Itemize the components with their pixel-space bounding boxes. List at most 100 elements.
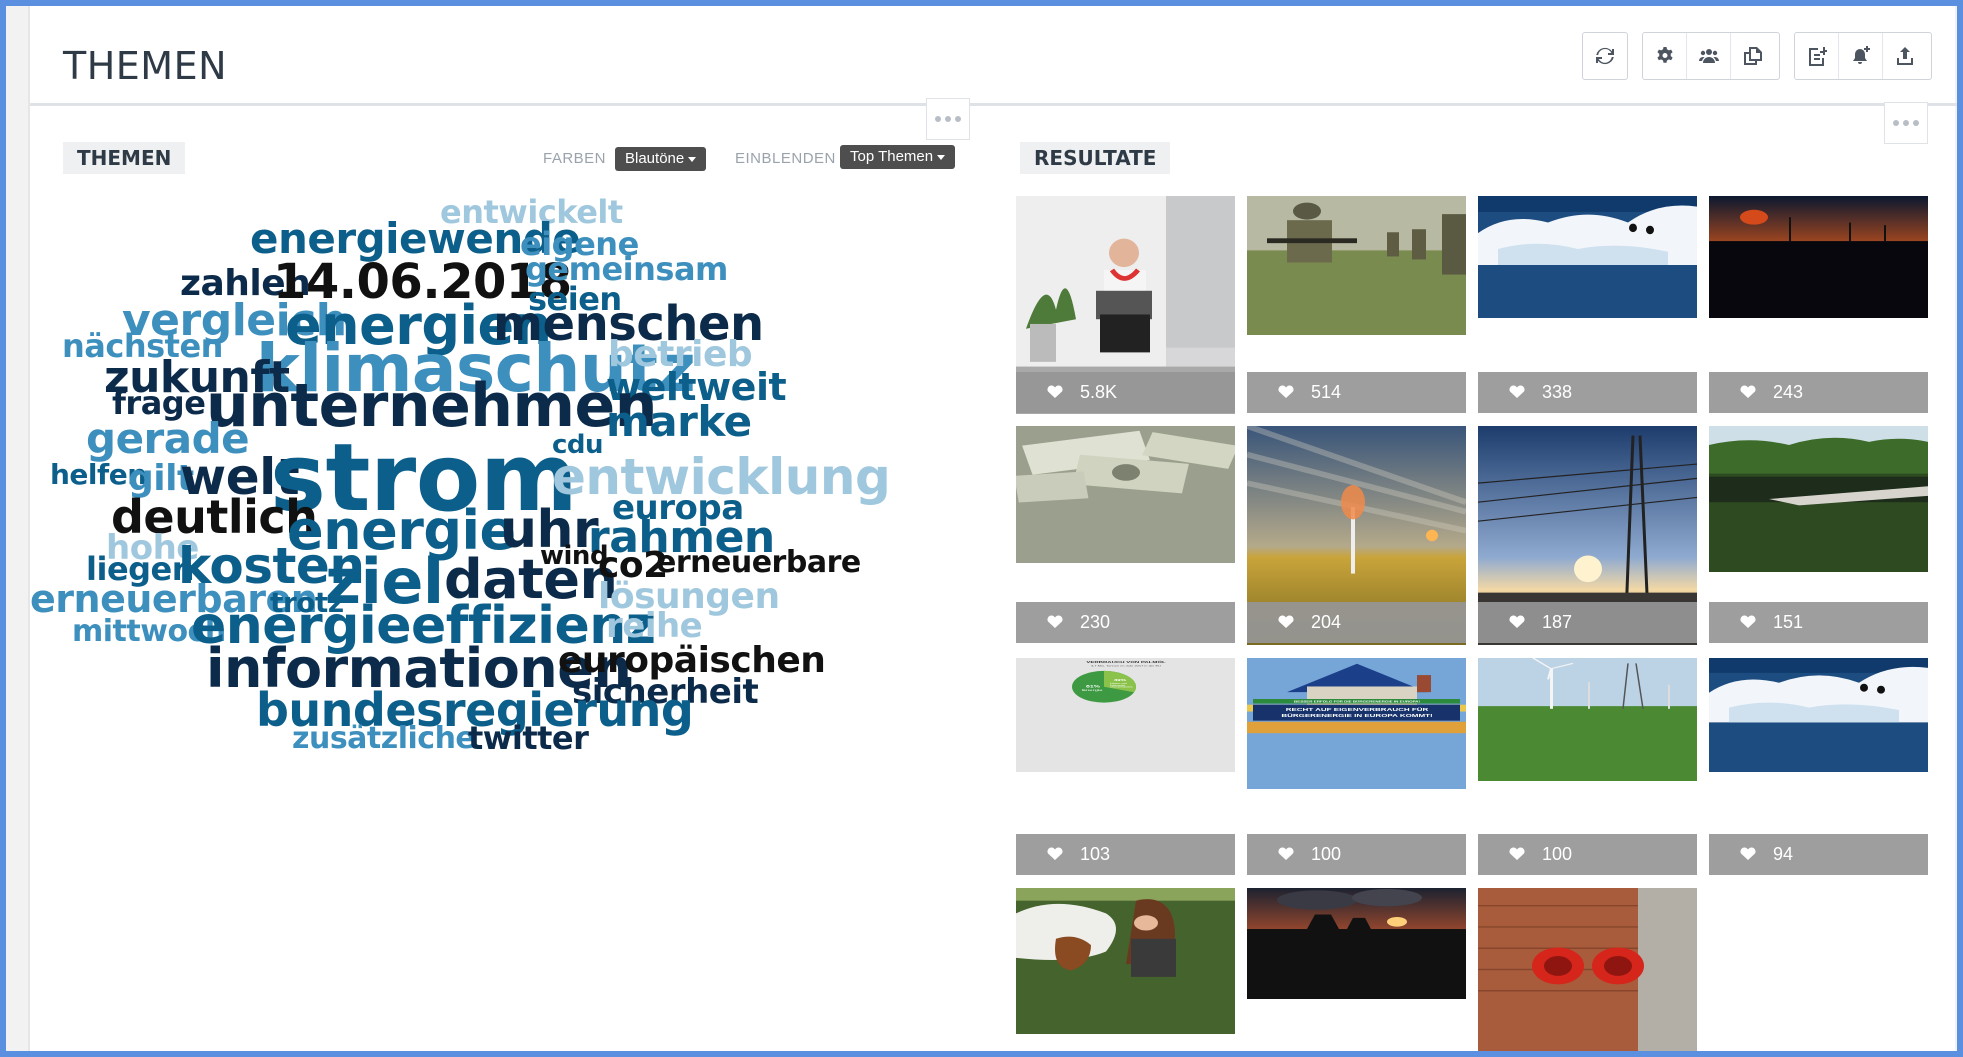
refresh-icon	[1596, 47, 1614, 65]
heart-icon	[1509, 385, 1525, 398]
result-tile[interactable]: 151	[1709, 426, 1928, 643]
copy-icon	[1744, 47, 1762, 65]
svg-text:Chemie/Industrie: Chemie/Industrie	[1110, 686, 1133, 688]
show-dropdown[interactable]: Top Themen	[840, 145, 956, 169]
engagement-count: 338	[1542, 382, 1573, 402]
dollar-bills-photo	[1016, 426, 1235, 563]
result-tile[interactable]	[1247, 888, 1466, 999]
engagement-count: 100	[1542, 844, 1573, 864]
heart-icon	[1740, 615, 1756, 628]
heart-icon	[1047, 615, 1063, 628]
actions-button-group	[1794, 32, 1932, 80]
result-tile[interactable]: 187	[1478, 426, 1697, 645]
wind-turbines-sunset-photo	[1709, 196, 1928, 318]
refresh-button-group	[1582, 32, 1628, 80]
users-button[interactable]	[1687, 33, 1731, 79]
svg-text:Energie: Energie	[1082, 689, 1103, 693]
result-tile[interactable]: 230	[1016, 426, 1235, 643]
river-forest-photo	[1709, 426, 1928, 572]
add-document-icon	[1808, 47, 1827, 66]
engagement-count: 187	[1542, 612, 1573, 632]
horse-woman-photo	[1016, 888, 1235, 1034]
users-icon	[1698, 49, 1719, 63]
show-value: Top Themen	[850, 148, 934, 165]
settings-button[interactable]	[1643, 33, 1687, 79]
heart-icon	[1509, 615, 1525, 628]
word-cloud: entwickelt energiewende eigene zahlen 14.06.…	[30, 196, 1030, 956]
copy-button[interactable]	[1731, 33, 1775, 79]
engagement-bar: 5.8K	[1016, 372, 1235, 413]
wind-turbines-field-photo	[1478, 658, 1697, 781]
svg-text:BÜRGERENERGIE IN EUROPA KOMMT!: BÜRGERENERGIE IN EUROPA KOMMT!	[1281, 712, 1432, 718]
engagement-count: 100	[1311, 844, 1342, 864]
refresh-button[interactable]	[1583, 33, 1627, 79]
palm-oil-chart: VERBRAUCH VON PALMÖL 3,7 Mio. Tonnen im J…	[1016, 658, 1235, 772]
result-tile[interactable]: 94	[1709, 658, 1928, 875]
topics-options-button[interactable]	[926, 98, 970, 140]
engagement-bar: 103	[1016, 834, 1235, 875]
word-cloud-term[interactable]: marke	[606, 401, 752, 443]
svg-text:61%: 61%	[1086, 685, 1100, 689]
word-cloud-term[interactable]: zusätzliche	[292, 724, 476, 754]
svg-text:BESSER ERFOLG FÜR DIE BÜRGEREN: BESSER ERFOLG FÜR DIE BÜRGERENERGIE IN E…	[1294, 700, 1420, 703]
heart-icon	[1278, 847, 1294, 860]
brick-wall-sockets-photo	[1478, 888, 1697, 1051]
colors-dropdown[interactable]: Blautöne	[615, 147, 707, 171]
app-window: THEMEN THEMEN FARBEN Blautöne EINBLENDEN…	[6, 6, 1957, 1051]
result-tile[interactable]: 514	[1247, 196, 1466, 413]
show-label: EINBLENDEN	[735, 150, 836, 167]
heart-icon	[1047, 385, 1063, 398]
bell-add-icon	[1852, 46, 1870, 64]
result-tile[interactable]: 5.8K	[1016, 196, 1235, 414]
result-tile[interactable]: 243	[1709, 196, 1928, 413]
engagement-bar: 204	[1247, 602, 1466, 643]
add-document-button[interactable]	[1795, 33, 1839, 79]
alert-button[interactable]	[1839, 33, 1883, 79]
result-tile[interactable]: BESSER ERFOLG FÜR DIE BÜRGERENERGIE IN E…	[1247, 658, 1466, 875]
ice-penguins-photo	[1478, 196, 1697, 318]
result-tile[interactable]	[1016, 888, 1235, 1034]
heart-icon	[1509, 847, 1525, 860]
engagement-bar: 100	[1478, 834, 1697, 875]
chevron-down-icon	[688, 156, 697, 162]
result-tile[interactable]: 204	[1247, 426, 1466, 645]
power-plant-sunset-photo	[1247, 888, 1466, 999]
heart-icon	[1740, 385, 1756, 398]
engagement-count: 5.8K	[1080, 382, 1118, 402]
colors-value: Blautöne	[625, 150, 685, 167]
soldiers-photo	[1247, 196, 1466, 335]
settings-button-group	[1642, 32, 1780, 80]
engagement-count: 94	[1773, 844, 1794, 864]
heart-icon	[1740, 847, 1756, 860]
main-panel: THEMEN THEMEN FARBEN Blautöne EINBLENDEN…	[28, 6, 1957, 1051]
word-cloud-term[interactable]: erneuerbare	[656, 548, 861, 578]
engagement-count: 243	[1773, 382, 1804, 402]
page-title: THEMEN	[63, 44, 228, 88]
engagement-count: 151	[1773, 612, 1804, 632]
export-button[interactable]	[1883, 33, 1927, 79]
results-options-button[interactable]	[1884, 102, 1928, 144]
engagement-count: 230	[1080, 612, 1111, 632]
results-section-label: RESULTATE	[1020, 142, 1171, 174]
word-cloud-term[interactable]: twitter	[468, 722, 589, 754]
engagement-bar: 94	[1709, 834, 1928, 875]
colors-label: FARBEN	[543, 150, 607, 167]
result-tile[interactable]	[1478, 888, 1697, 1051]
result-tile[interactable]: VERBRAUCH VON PALMÖL 3,7 Mio. Tonnen im J…	[1016, 658, 1235, 875]
svg-text:39%: 39%	[1114, 678, 1127, 682]
heart-icon	[1278, 615, 1294, 628]
engagement-bar: 514	[1247, 372, 1466, 413]
result-tile[interactable]: 338	[1478, 196, 1697, 413]
page-header: THEMEN	[30, 6, 1957, 106]
solar-house-banner: BESSER ERFOLG FÜR DIE BÜRGERENERGIE IN E…	[1247, 658, 1466, 789]
engagement-count: 103	[1080, 844, 1111, 864]
topics-section-label: THEMEN	[63, 142, 186, 174]
engagement-bar: 338	[1478, 372, 1697, 413]
engagement-count: 204	[1311, 612, 1342, 632]
upload-icon	[1897, 47, 1913, 65]
result-tile[interactable]: 100	[1478, 658, 1697, 875]
engagement-bar: 151	[1709, 602, 1928, 643]
svg-text:RECHT AUF EIGENVERBRAUCH FÜR: RECHT AUF EIGENVERBRAUCH FÜR	[1286, 706, 1429, 712]
gear-icon	[1656, 47, 1673, 63]
engagement-bar: 230	[1016, 602, 1235, 643]
